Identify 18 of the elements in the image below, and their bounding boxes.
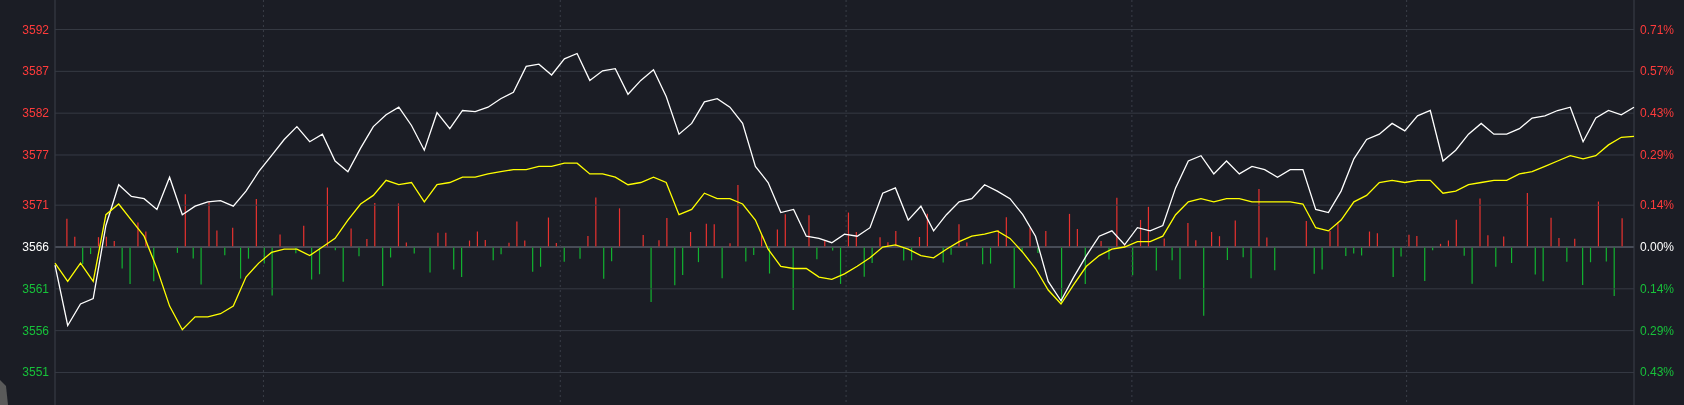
axis-label: 0.14% [1640,198,1675,213]
axis-label: 3551 [22,365,49,380]
axis-label: 0.00% [1640,240,1675,254]
axis-label: 3556 [22,323,49,338]
axis-label: 0.29% [1640,148,1675,162]
axis-label: 3587 [22,64,49,79]
axis-label: 3571 [22,198,49,213]
axis-label: 3582 [22,106,49,121]
axis-label: 0.43% [1640,106,1675,121]
axis-label: 3577 [22,148,49,162]
axis-label: 0.14% [1640,281,1675,296]
axis-label: 3561 [22,281,49,296]
axis-label: 0.71% [1640,22,1675,37]
axis-label: 0.29% [1640,323,1675,338]
axis-label: 3566 [22,240,49,254]
axis-label: 3592 [22,22,49,37]
axis-label: 0.57% [1640,64,1675,79]
axis-label: 0.43% [1640,365,1675,380]
